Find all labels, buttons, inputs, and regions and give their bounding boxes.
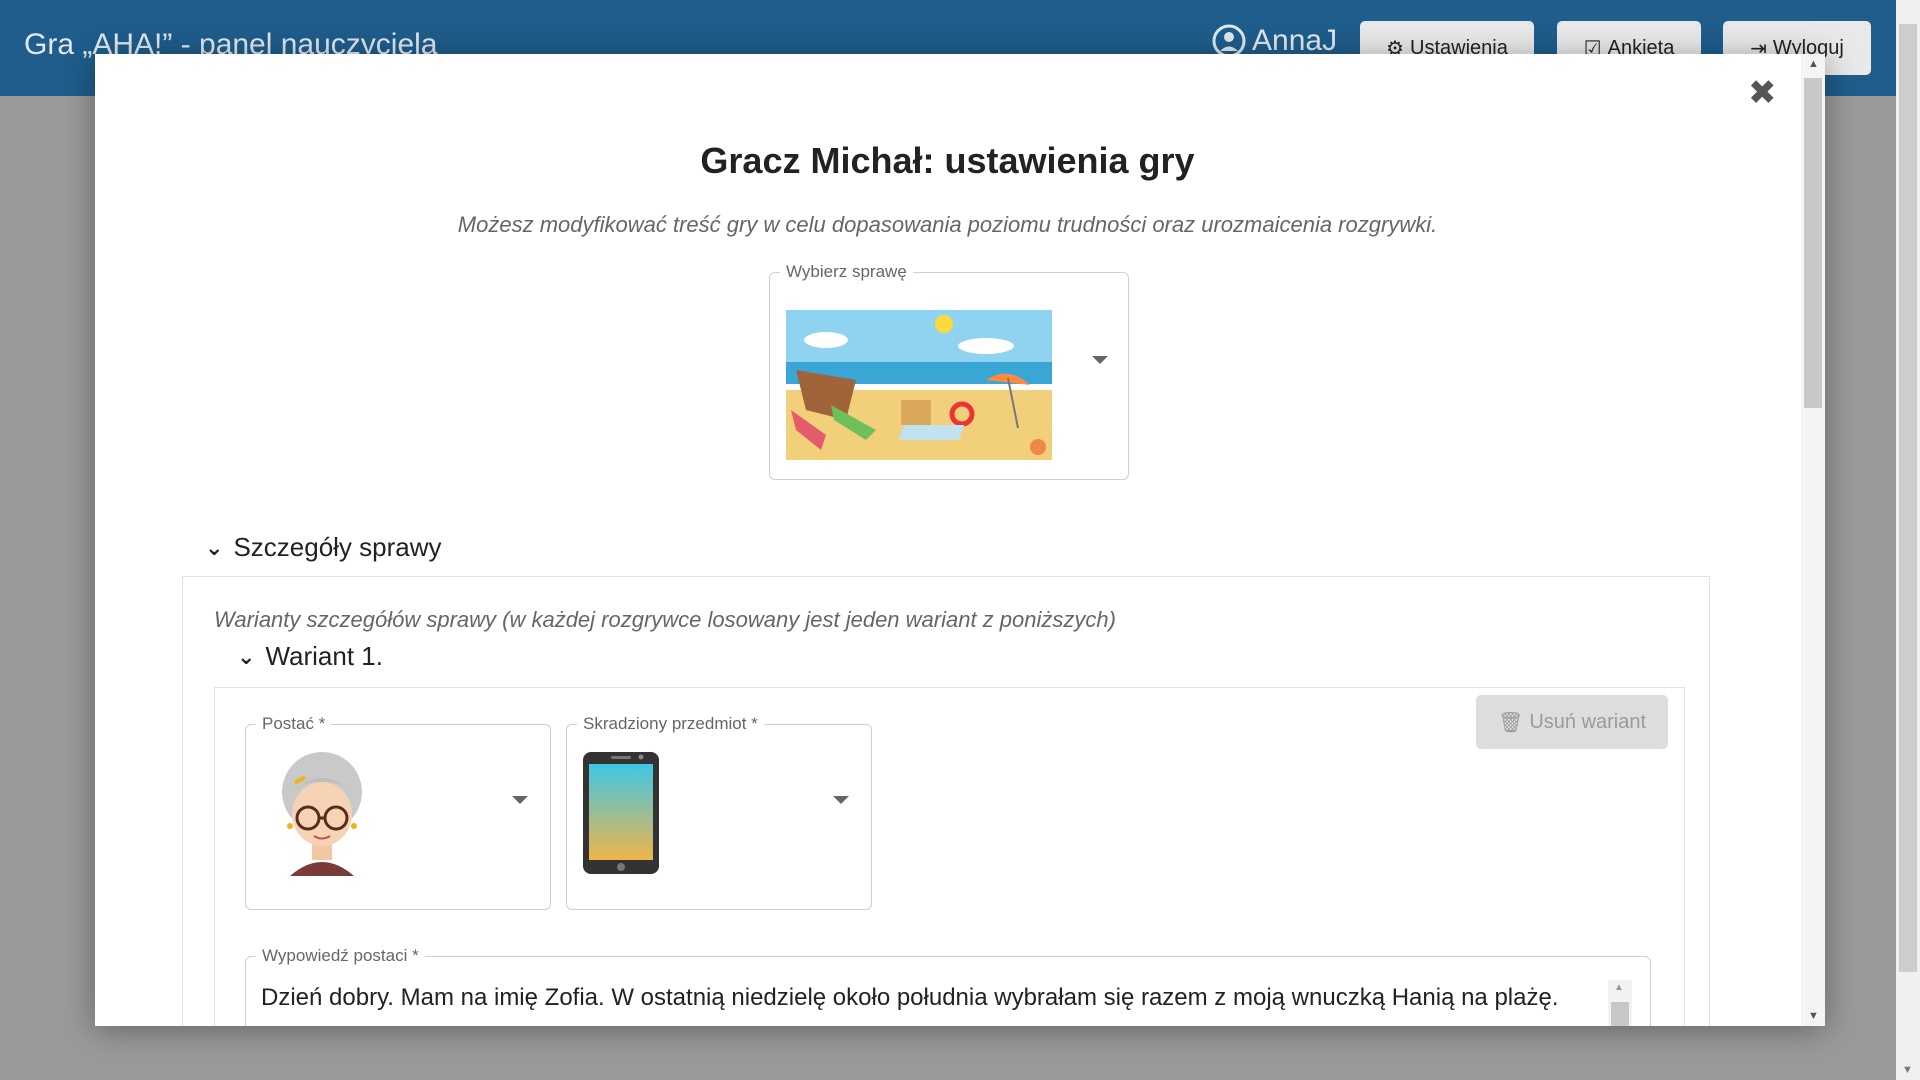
modal-title: Gracz Michał: ustawienia gry [700, 140, 1195, 181]
statement-textarea[interactable]: Wypowiedź postaci * Dzień dobry. Mam na … [245, 946, 1651, 1026]
variant-title: Wariant 1. [265, 641, 383, 671]
chevron-down-icon: ⌄ [205, 534, 224, 560]
delete-variant-label: Usuń wariant [1529, 710, 1647, 733]
window-scroll-down-icon[interactable]: ▼ [1902, 1064, 1913, 1076]
modal-scrollbar-thumb[interactable] [1804, 78, 1822, 408]
user-menu[interactable]: AnnaJ [1212, 24, 1337, 58]
scroll-up-icon[interactable]: ▲ [1614, 982, 1624, 993]
details-panel: Warianty szczegółów sprawy (w każdej roz… [182, 576, 1710, 1026]
case-select-label: Wybierz sprawę [786, 262, 907, 281]
variant-panel: 🗑 Usuń wariant Postać * Skradziony przed… [214, 687, 1685, 1026]
details-section-toggle[interactable]: ⌄ Szczegóły sprawy [205, 532, 442, 563]
settings-modal: ✖ Gracz Michał: ustawienia gry Możesz mo… [95, 54, 1825, 1026]
statement-scrollbar-thumb[interactable] [1611, 1002, 1629, 1026]
case-select[interactable]: Wybierz sprawę [769, 262, 1129, 480]
variant-toggle[interactable]: ⌄ Wariant 1. [237, 641, 383, 672]
variants-note: Warianty szczegółów sprawy (w każdej roz… [214, 607, 1116, 632]
modal-subtitle: Możesz modyfikować treść gry w celu dopa… [457, 212, 1438, 237]
beach-scene-image [786, 310, 1052, 460]
scroll-down-icon[interactable]: ▼ [1808, 1010, 1819, 1022]
close-icon[interactable]: ✖ [1748, 76, 1777, 110]
delete-variant-button[interactable]: 🗑 Usuń wariant [1476, 695, 1668, 749]
modal-scrollbar[interactable]: ▲ ▼ [1801, 54, 1825, 1026]
statement-label: Wypowiedź postaci * [262, 946, 419, 965]
stolen-item-select-chevron-down-icon[interactable] [833, 796, 849, 804]
details-section-title: Szczegóły sprawy [233, 532, 442, 562]
character-select[interactable]: Postać * [245, 714, 551, 910]
smartphone-image [583, 752, 659, 874]
statement-text[interactable]: Dzień dobry. Mam na imię Zofia. W ostatn… [261, 984, 1559, 1012]
chevron-down-icon: ⌄ [237, 643, 256, 669]
scroll-up-icon[interactable]: ▲ [1808, 58, 1819, 70]
user-icon [1212, 24, 1246, 58]
statement-scrollbar[interactable]: ▲ [1608, 980, 1632, 1026]
character-select-label: Postać * [262, 714, 326, 733]
window-scrollbar-thumb[interactable] [1899, 24, 1917, 972]
stolen-item-select[interactable]: Skradziony przedmiot * [566, 714, 872, 910]
case-select-chevron-down-icon[interactable] [1092, 356, 1108, 364]
grandmother-avatar-image [282, 752, 362, 876]
trash-icon: 🗑 [1497, 711, 1524, 734]
user-name: AnnaJ [1252, 24, 1338, 57]
window-scrollbar[interactable]: ▼ [1896, 0, 1920, 1080]
stolen-item-select-label: Skradziony przedmiot * [583, 714, 758, 733]
character-select-chevron-down-icon[interactable] [512, 796, 528, 804]
